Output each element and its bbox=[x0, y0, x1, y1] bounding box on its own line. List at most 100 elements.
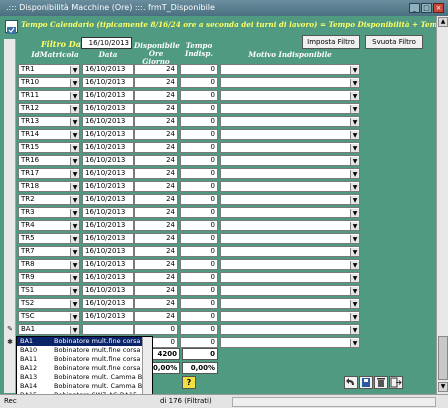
hours-cell[interactable]: 24 bbox=[134, 311, 178, 322]
minimize-button[interactable]: _ bbox=[409, 3, 420, 13]
dropdown-arrow-icon[interactable]: ▼ bbox=[70, 66, 79, 74]
date-cell[interactable]: 16/10/2013 bbox=[82, 285, 134, 296]
reason-combo[interactable]: ▼ bbox=[220, 64, 360, 75]
reason-combo[interactable]: ▼ bbox=[220, 155, 360, 166]
indisp-cell[interactable]: 0 bbox=[180, 168, 218, 179]
dropdown-option[interactable]: BA14 Bobinatore mult. Camma BA bbox=[17, 382, 142, 391]
reason-combo[interactable]: ▼ bbox=[220, 272, 360, 283]
dropdown-arrow-icon[interactable]: ▼ bbox=[70, 300, 79, 308]
dropdown-arrow-icon[interactable]: ▼ bbox=[350, 144, 359, 152]
date-cell[interactable]: 16/10/2013 bbox=[82, 90, 134, 101]
hours-cell[interactable]: 24 bbox=[134, 77, 178, 88]
reason-combo[interactable]: ▼ bbox=[220, 90, 360, 101]
hours-cell[interactable]: 24 bbox=[134, 155, 178, 166]
hours-cell[interactable]: 24 bbox=[134, 207, 178, 218]
indisp-cell[interactable]: 0 bbox=[180, 116, 218, 127]
indisp-cell[interactable]: 0 bbox=[180, 129, 218, 140]
dropdown-arrow-icon[interactable]: ▼ bbox=[70, 105, 79, 113]
date-cell[interactable]: 16/10/2013 bbox=[82, 194, 134, 205]
dropdown-arrow-icon[interactable]: ▼ bbox=[350, 157, 359, 165]
exit-icon[interactable] bbox=[389, 376, 403, 389]
dropdown-option[interactable]: BA10 Bobinatore mult.fine corsa bbox=[17, 346, 142, 355]
reason-combo[interactable]: ▼ bbox=[220, 142, 360, 153]
dropdown-arrow-icon[interactable]: ▼ bbox=[70, 183, 79, 191]
matricola-combo[interactable]: TR7 ▼ bbox=[18, 246, 80, 257]
date-cell[interactable]: 16/10/2013 bbox=[82, 155, 134, 166]
dropdown-arrow-icon[interactable]: ▼ bbox=[350, 326, 359, 334]
hours-cell[interactable]: 24 bbox=[134, 220, 178, 231]
hours-cell[interactable]: 24 bbox=[134, 233, 178, 244]
scroll-up-icon[interactable]: ▲ bbox=[438, 17, 448, 27]
dropdown-arrow-icon[interactable]: ▼ bbox=[350, 66, 359, 74]
scroll-down-icon[interactable]: ▼ bbox=[438, 382, 448, 392]
hours-cell[interactable]: 24 bbox=[134, 116, 178, 127]
dropdown-arrow-icon[interactable]: ▼ bbox=[70, 261, 79, 269]
date-cell[interactable]: 16/10/2013 bbox=[82, 311, 134, 322]
dropdown-arrow-icon[interactable]: ▼ bbox=[70, 92, 79, 100]
reason-combo[interactable]: ▼ bbox=[220, 207, 360, 218]
hours-cell[interactable]: 24 bbox=[134, 103, 178, 114]
dropdown-option[interactable]: BA11 Bobinatore mult.fine corsa bbox=[17, 355, 142, 364]
matricola-combo[interactable]: TS1 ▼ bbox=[18, 285, 80, 296]
dropdown-arrow-icon[interactable]: ▼ bbox=[350, 209, 359, 217]
dropdown-arrow-icon[interactable]: ▼ bbox=[350, 235, 359, 243]
reason-combo[interactable]: ▼ bbox=[220, 194, 360, 205]
date-cell[interactable]: 16/10/2013 bbox=[82, 103, 134, 114]
maximize-button[interactable]: □ bbox=[421, 3, 432, 13]
indisp-cell[interactable]: 0 bbox=[180, 233, 218, 244]
dropdown-arrow-icon[interactable]: ▼ bbox=[70, 196, 79, 204]
date-cell[interactable]: 16/10/2013 bbox=[82, 116, 134, 127]
date-cell[interactable]: 16/10/2013 bbox=[82, 233, 134, 244]
indisp-cell[interactable]: 0 bbox=[180, 220, 218, 231]
date-cell[interactable]: 16/10/2013 bbox=[82, 129, 134, 140]
reason-combo[interactable]: ▼ bbox=[220, 285, 360, 296]
dropdown-arrow-icon[interactable]: ▼ bbox=[70, 170, 79, 178]
matricola-combo[interactable]: TSC ▼ bbox=[18, 311, 80, 322]
date-cell[interactable]: 16/10/2013 bbox=[82, 181, 134, 192]
hours-cell[interactable]: 24 bbox=[134, 246, 178, 257]
matricola-combo[interactable]: BA1 ▼ bbox=[18, 324, 80, 335]
reason-combo[interactable]: ▼ bbox=[220, 181, 360, 192]
indisp-cell[interactable]: 0 bbox=[180, 103, 218, 114]
date-cell[interactable]: 16/10/2013 bbox=[82, 168, 134, 179]
reason-combo[interactable]: ▼ bbox=[220, 246, 360, 257]
delete-icon[interactable] bbox=[374, 376, 388, 389]
matricola-combo[interactable]: TR10 ▼ bbox=[18, 77, 80, 88]
dropdown-arrow-icon[interactable]: ▼ bbox=[70, 248, 79, 256]
dropdown-arrow-icon[interactable]: ▼ bbox=[350, 118, 359, 126]
dropdown-arrow-icon[interactable]: ▼ bbox=[70, 79, 79, 87]
hours-cell[interactable]: 24 bbox=[134, 298, 178, 309]
indisp-cell[interactable]: 0 bbox=[180, 246, 218, 257]
matricola-combo[interactable]: TR9 ▼ bbox=[18, 272, 80, 283]
dropdown-arrow-icon[interactable]: ▼ bbox=[350, 92, 359, 100]
hours-cell[interactable]: 24 bbox=[134, 64, 178, 75]
save-record-icon[interactable] bbox=[359, 376, 373, 389]
dropdown-arrow-icon[interactable]: ▼ bbox=[350, 248, 359, 256]
dropdown-arrow-icon[interactable]: ▼ bbox=[70, 313, 79, 321]
clear-filter-button[interactable]: Svuota Filtro bbox=[365, 35, 423, 49]
date-cell[interactable]: 16/10/2013 bbox=[82, 220, 134, 231]
matricola-combo[interactable]: TR8 ▼ bbox=[18, 259, 80, 270]
reason-combo[interactable]: ▼ bbox=[220, 233, 360, 244]
vertical-scrollbar[interactable]: ▲ ▼ bbox=[436, 16, 448, 394]
dropdown-arrow-icon[interactable]: ▼ bbox=[70, 157, 79, 165]
help-button[interactable]: ? bbox=[182, 376, 196, 389]
dropdown-arrow-icon[interactable]: ▼ bbox=[70, 144, 79, 152]
reason-combo[interactable]: ▼ bbox=[220, 116, 360, 127]
dropdown-option[interactable]: BA12 Bobinatore mult.fine corsa bbox=[17, 364, 142, 373]
indisp-cell[interactable]: 0 bbox=[180, 90, 218, 101]
matricola-combo[interactable]: TS2 ▼ bbox=[18, 298, 80, 309]
dropdown-arrow-icon[interactable]: ▼ bbox=[70, 274, 79, 282]
date-cell[interactable]: 16/10/2013 bbox=[82, 259, 134, 270]
indisp-cell[interactable]: 0 bbox=[180, 181, 218, 192]
dropdown-arrow-icon[interactable]: ▼ bbox=[70, 287, 79, 295]
date-cell[interactable] bbox=[82, 324, 134, 335]
date-cell[interactable]: 16/10/2013 bbox=[82, 64, 134, 75]
indisp-cell[interactable]: 0 bbox=[180, 142, 218, 153]
hours-cell[interactable]: 24 bbox=[134, 194, 178, 205]
dropdown-arrow-icon[interactable]: ▼ bbox=[350, 131, 359, 139]
dropdown-arrow-icon[interactable]: ▼ bbox=[350, 274, 359, 282]
reason-combo[interactable]: ▼ bbox=[220, 311, 360, 322]
indisp-cell[interactable]: 0 bbox=[180, 285, 218, 296]
date-cell[interactable]: 16/10/2013 bbox=[82, 272, 134, 283]
